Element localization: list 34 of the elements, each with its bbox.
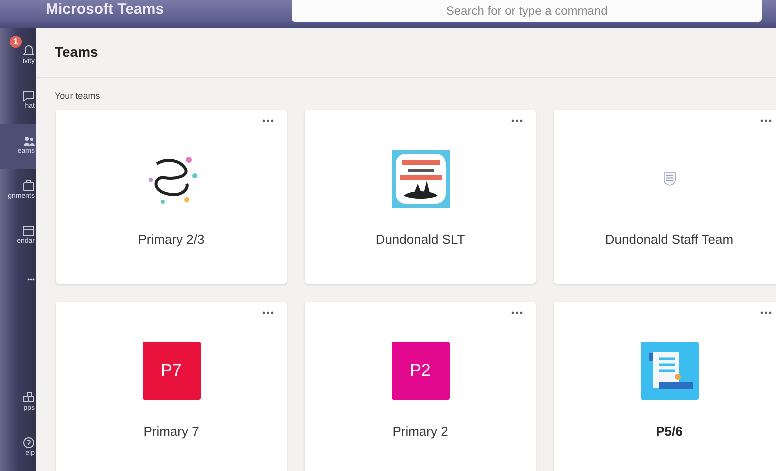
team-name: P5/6 xyxy=(656,422,683,440)
team-card[interactable]: ••• Primary 2/3 xyxy=(56,110,287,284)
team-card[interactable]: ••• Dundonald Staff Team xyxy=(554,110,776,284)
calendar-icon xyxy=(23,225,35,238)
document-scroll-icon xyxy=(640,342,698,400)
team-name: Primary 2 xyxy=(392,422,448,441)
team-card[interactable]: ••• P2 Primary 2 xyxy=(305,302,536,471)
app-title: Microsoft Teams xyxy=(46,0,164,20)
search-field[interactable]: Search for or type a command xyxy=(292,0,762,22)
people-icon xyxy=(23,135,35,148)
team-avatar: P2 xyxy=(392,342,450,400)
more-options-button[interactable]: ••• xyxy=(262,306,275,320)
team-card[interactable]: ••• Dundonald SLT xyxy=(305,110,536,284)
section-label: Your teams xyxy=(54,90,102,103)
bell-icon xyxy=(23,45,35,58)
team-name: Dundonald SLT xyxy=(376,230,466,248)
more-options-button[interactable]: ••• xyxy=(512,306,524,320)
team-name: Primary 7 xyxy=(144,422,200,441)
apps-icon xyxy=(23,392,35,404)
team-name: Primary 2/3 xyxy=(138,230,205,249)
more-options-button[interactable]: ••• xyxy=(760,114,773,128)
page-title: Teams xyxy=(55,43,98,62)
chat-icon xyxy=(23,90,35,102)
more-options-button[interactable]: ••• xyxy=(512,114,524,128)
notification-badge: 1 xyxy=(10,36,22,48)
crest-icon xyxy=(662,170,676,186)
more-options-button[interactable]: ••• xyxy=(262,114,275,128)
team-name: Dundonald Staff Team xyxy=(605,230,734,248)
team-avatar: P7 xyxy=(142,342,200,400)
team-card[interactable]: ••• P7 Primary 7 xyxy=(56,302,287,471)
more-options-button[interactable]: ••• xyxy=(760,306,773,320)
help-icon xyxy=(23,437,35,450)
bag-icon xyxy=(23,180,35,192)
team-card[interactable]: ••• P5/6 xyxy=(554,302,776,471)
